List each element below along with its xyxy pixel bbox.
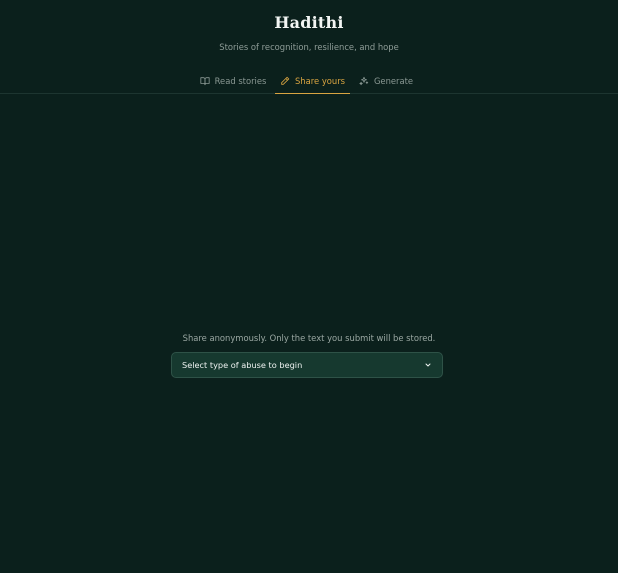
page-subtitle: Stories of recognition, resilience, and … bbox=[219, 42, 399, 52]
tab-generate-label: Generate bbox=[373, 76, 414, 86]
page-title: Hadithi bbox=[274, 13, 344, 32]
tab-generate[interactable]: Generate bbox=[355, 68, 417, 94]
app-header: Hadithi Stories of recognition, resilien… bbox=[0, 0, 618, 53]
tab-share-yours[interactable]: Share yours bbox=[275, 68, 350, 94]
abuse-type-select[interactable]: Select type of abuse to begin bbox=[171, 352, 443, 378]
abuse-type-select-value: Select type of abuse to begin bbox=[182, 360, 303, 370]
anonymous-note: Share anonymously. Only the text you sub… bbox=[182, 333, 436, 343]
chevron-down-icon bbox=[425, 363, 431, 367]
pencil-icon bbox=[281, 76, 290, 85]
sparkles-icon bbox=[359, 76, 369, 86]
share-panel: Share anonymously. Only the text you sub… bbox=[0, 325, 618, 378]
tab-bar: Read stories Share yours Generate bbox=[0, 68, 618, 94]
tab-read-stories-label: Read stories bbox=[214, 76, 267, 86]
tab-share-yours-label: Share yours bbox=[294, 75, 346, 86]
book-open-icon bbox=[200, 77, 210, 86]
tab-read-stories[interactable]: Read stories bbox=[196, 68, 270, 94]
